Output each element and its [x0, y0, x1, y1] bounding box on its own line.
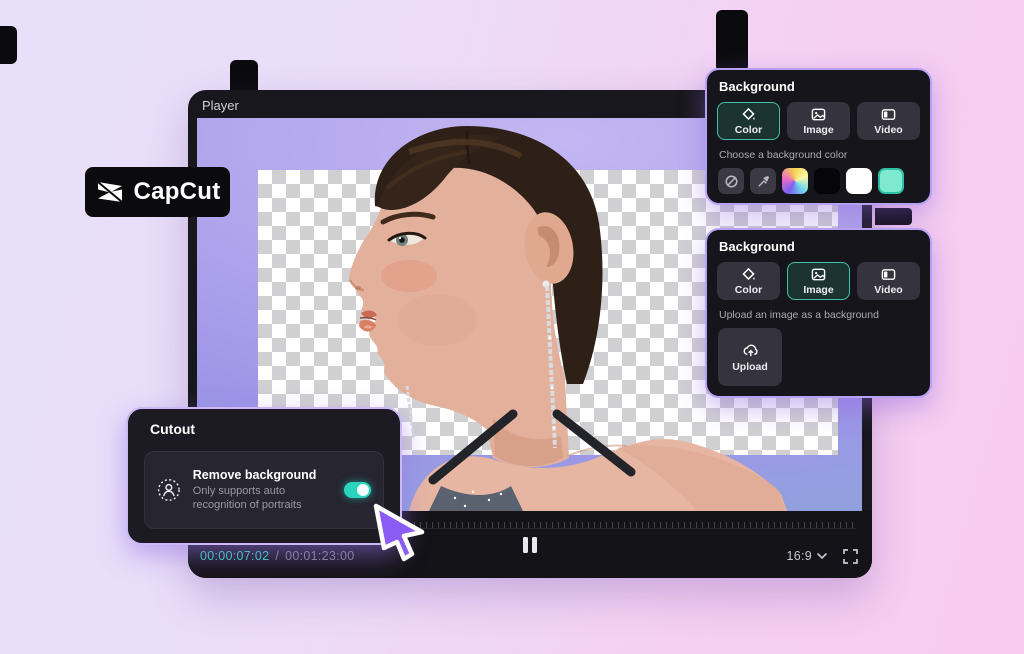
decor-tab [716, 10, 748, 72]
aspect-ratio-value: 16:9 [786, 549, 812, 563]
tab-image[interactable]: Image [787, 102, 850, 140]
capcut-logo-text: CapCut [133, 178, 220, 206]
capcut-logo: CapCut [85, 167, 230, 217]
remove-background-description: Only supports auto recognition of portra… [193, 484, 332, 513]
remove-background-row: Remove background Only supports auto rec… [144, 451, 384, 529]
panel-helper-text: Choose a background color [719, 149, 918, 161]
paint-bucket-icon [741, 267, 756, 282]
eyedropper-swatch[interactable] [750, 168, 776, 194]
panel-title: Background [719, 79, 930, 94]
upload-button[interactable]: Upload [718, 328, 782, 386]
remove-background-label: Remove background [193, 468, 332, 482]
current-time: 00:00:07:02 [200, 549, 269, 563]
paint-bucket-icon [741, 107, 756, 122]
tab-video[interactable]: Video [857, 102, 920, 140]
cloud-upload-icon [742, 342, 759, 357]
tab-video[interactable]: Video [857, 262, 920, 300]
mouse-cursor-icon [366, 498, 432, 564]
cutout-title: Cutout [150, 421, 400, 437]
time-separator: / [275, 549, 279, 563]
upload-label: Upload [732, 361, 768, 373]
background-image-panel: Background Color Image Video Upload an i… [705, 228, 932, 398]
video-icon [881, 107, 896, 122]
player-title: Player [202, 98, 239, 113]
decor-tab [0, 26, 17, 64]
white-swatch[interactable] [846, 168, 872, 194]
tab-image[interactable]: Image [787, 262, 850, 300]
tab-color[interactable]: Color [717, 262, 780, 300]
chevron-down-icon [817, 553, 827, 559]
background-color-panel: Background Color Image Video Choose a ba… [705, 68, 932, 205]
portrait-recognition-icon [157, 477, 181, 503]
pause-button[interactable] [523, 537, 537, 553]
cutout-panel: Cutout Remove background Only supports a… [126, 407, 402, 545]
video-icon [881, 267, 896, 282]
multicolor-swatch[interactable] [782, 168, 808, 194]
capcut-logo-icon [94, 179, 124, 205]
tab-color[interactable]: Color [717, 102, 780, 140]
capcut-promo-stage: Player [0, 0, 1024, 654]
mint-swatch-selected[interactable] [878, 168, 904, 194]
no-color-swatch[interactable] [718, 168, 744, 194]
fullscreen-icon[interactable] [843, 549, 858, 564]
toggle-knob [357, 484, 369, 496]
aspect-ratio-dropdown[interactable]: 16:9 [786, 549, 827, 563]
image-icon [811, 107, 826, 122]
eyedropper-icon [756, 174, 771, 189]
decor-tab [230, 60, 258, 92]
decor-tab [875, 208, 912, 225]
remove-background-toggle[interactable] [344, 482, 371, 498]
total-duration: 00:01:23:00 [285, 549, 354, 563]
image-icon [811, 267, 826, 282]
black-swatch[interactable] [814, 168, 840, 194]
panel-title: Background [719, 239, 930, 254]
circle-slash-icon [724, 174, 739, 189]
panel-helper-text: Upload an image as a background [719, 309, 918, 321]
